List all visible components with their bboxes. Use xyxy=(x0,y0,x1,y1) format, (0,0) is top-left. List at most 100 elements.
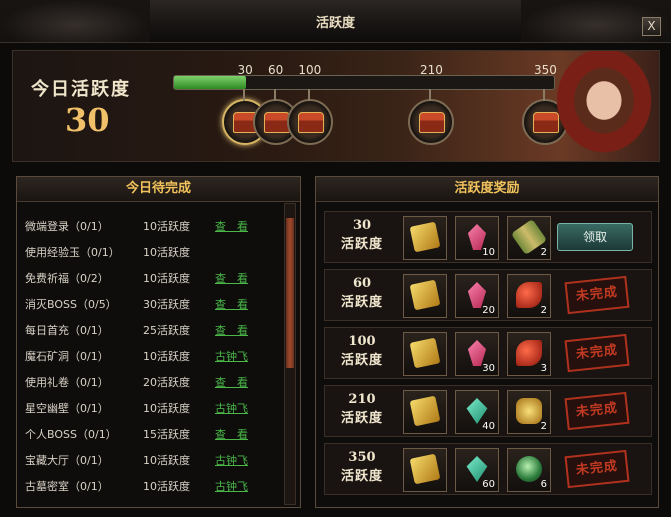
reward-item-slot[interactable] xyxy=(403,390,447,434)
reward-tier: 30 活跃度 xyxy=(331,218,393,252)
reward-tier-value: 100 xyxy=(348,334,376,349)
task-action-link[interactable]: 查 看 xyxy=(215,426,248,442)
task-row: 个人BOSS（0/1）（0/1） 15活跃度 查 看 xyxy=(25,421,281,447)
task-name: 免费祈福（0/2） xyxy=(25,272,109,285)
task-progress-inline: （0/5） xyxy=(76,298,117,311)
milestone-label-100: 100 xyxy=(298,63,322,77)
reward-tier-label: 活跃度 xyxy=(340,469,383,484)
reward-item-slot[interactable] xyxy=(403,332,447,376)
reward-row-30: 30 活跃度 10 2 领取 xyxy=(324,211,652,263)
chest-connector xyxy=(429,89,432,101)
treasure-chest-icon xyxy=(419,112,446,133)
task-name: 微端登录（0/1） xyxy=(25,220,109,233)
task-row: 古墓密室（0/1）（0/1） 10活跃度 古钟飞 xyxy=(25,473,281,499)
reward-item-slot[interactable]: 30 xyxy=(455,332,499,376)
task-progress-inline: （0/1） xyxy=(69,376,109,389)
chest-connector xyxy=(307,89,310,101)
reward-item-slot[interactable]: 2 xyxy=(507,216,551,260)
today-activity-label: 今日活跃度 xyxy=(31,79,131,100)
task-row: 每日首充（0/1）（0/1） 25活跃度 查 看 xyxy=(25,317,281,343)
task-row: 魔石矿洞（0/1）（0/1） 10活跃度 古钟飞 xyxy=(25,343,281,369)
task-scrollbar[interactable] xyxy=(284,203,296,505)
task-action-link[interactable]: 古钟飞 xyxy=(215,348,248,364)
reward-row-350: 350 活跃度 60 6 未完成 xyxy=(324,443,652,495)
incomplete-stamp: 未完成 xyxy=(564,391,630,431)
scrollbar-thumb[interactable] xyxy=(286,218,294,368)
task-action-link[interactable]: 查 看 xyxy=(215,322,248,338)
task-progress-inline: （0/1） xyxy=(69,454,109,467)
red-gem-icon xyxy=(516,282,542,308)
reward-item-slot[interactable]: 20 xyxy=(455,274,499,318)
task-progress-inline: （0/1） xyxy=(69,350,109,363)
task-reward: 10活跃度 xyxy=(143,272,190,285)
reward-item-slot[interactable]: 2 xyxy=(507,274,551,318)
task-row: 使用礼卷（0/1）（0/1） 20活跃度 查 看 xyxy=(25,369,281,395)
reward-tier-label: 活跃度 xyxy=(340,237,383,252)
character-portrait xyxy=(549,51,659,161)
close-button[interactable]: X xyxy=(642,17,661,36)
task-name: 使用经验玉（0/1） xyxy=(25,246,120,259)
rewards-title: 活跃度奖励 xyxy=(316,177,658,202)
reward-item-slot[interactable]: 40 xyxy=(455,390,499,434)
chest-connector xyxy=(243,89,246,101)
activity-window: 活跃度 X 今日活跃度 30 30 60 100 210 350 今日待完成 微端登录（… xyxy=(0,0,671,517)
task-reward: 10活跃度 xyxy=(143,350,190,363)
task-name: 星空幽壁（0/1） xyxy=(25,402,109,415)
task-row: 消灭BOSS（0/5）（0/5） 30活跃度 查 看 xyxy=(25,291,281,317)
task-reward: 10活跃度 xyxy=(143,220,190,233)
reward-row-60: 60 活跃度 20 2 未完成 xyxy=(324,269,652,321)
reward-tier: 210 活跃度 xyxy=(331,392,393,426)
task-action-link[interactable]: 查 看 xyxy=(215,296,248,312)
item-quantity: 60 xyxy=(482,479,495,490)
task-progress-inline: （0/1） xyxy=(80,246,120,259)
task-action-link[interactable]: 查 看 xyxy=(215,218,248,234)
task-reward: 25活跃度 xyxy=(143,324,190,337)
red-gem-icon xyxy=(516,340,542,366)
item-quantity: 30 xyxy=(482,363,495,374)
reward-item-slot[interactable] xyxy=(403,216,447,260)
task-reward: 15活跃度 xyxy=(143,428,190,441)
task-action-link[interactable]: 查 看 xyxy=(215,270,248,286)
reward-item-slot[interactable]: 3 xyxy=(507,332,551,376)
task-row: 免费祈福（0/2）（0/2） 10活跃度 查 看 xyxy=(25,265,281,291)
task-name: 使用礼卷（0/1） xyxy=(25,376,109,389)
incomplete-stamp: 未完成 xyxy=(564,275,630,315)
task-action-link[interactable]: 古钟飞 xyxy=(215,478,248,494)
activity-progress-bar xyxy=(173,75,555,90)
task-progress-inline: （0/2） xyxy=(69,272,109,285)
task-name: 古墓密室（0/1） xyxy=(25,480,109,493)
reward-item-slot[interactable] xyxy=(403,448,447,492)
reward-tier-label: 活跃度 xyxy=(340,295,383,310)
item-quantity: 2 xyxy=(540,421,547,432)
incomplete-stamp: 未完成 xyxy=(564,333,630,373)
today-activity-value: 30 xyxy=(65,101,110,139)
task-action-link[interactable]: 查 看 xyxy=(215,374,248,390)
item-quantity: 3 xyxy=(540,363,547,374)
reward-tier-value: 350 xyxy=(348,450,376,465)
task-name: 消灭BOSS（0/5） xyxy=(25,298,117,311)
daily-tasks-panel: 今日待完成 微端登录（0/1）（0/1）10活跃度查 看使用经验玉（0/1）（0… xyxy=(16,176,301,508)
treasure-chest-icon xyxy=(263,112,290,133)
task-name: 个人BOSS（0/1） xyxy=(25,428,117,441)
lantern-icon xyxy=(516,398,542,424)
task-reward: 20活跃度 xyxy=(143,376,190,389)
task-reward: 10活跃度 xyxy=(143,402,190,415)
task-action-link[interactable]: 古钟飞 xyxy=(215,400,248,416)
item-quantity: 2 xyxy=(540,247,547,258)
reward-item-slot[interactable] xyxy=(403,274,447,318)
task-row: 宝藏大厅（0/1）（0/1） 10活跃度 古钟飞 xyxy=(25,447,281,473)
milestone-chest-210[interactable] xyxy=(408,89,455,145)
milestone-chest-100[interactable] xyxy=(286,89,333,145)
reward-item-slot[interactable]: 60 xyxy=(455,448,499,492)
reward-item-slot[interactable]: 6 xyxy=(507,448,551,492)
task-progress-inline: （0/1） xyxy=(76,428,117,441)
reward-item-slot[interactable]: 10 xyxy=(455,216,499,260)
task-action-link[interactable]: 古钟飞 xyxy=(215,452,248,468)
reward-tier-value: 60 xyxy=(352,276,372,291)
progress-fill xyxy=(174,76,247,89)
claim-button[interactable]: 领取 xyxy=(557,223,633,251)
rewards-panel: 活跃度奖励 30 活跃度 10 2 领取 60 活跃度 20 2 未完成 100 活跃度 30 3 未完成 2… xyxy=(315,176,659,508)
milestone-label-210: 210 xyxy=(419,63,443,77)
reward-item-slot[interactable]: 2 xyxy=(507,390,551,434)
task-reward: 10活跃度 xyxy=(143,454,190,467)
